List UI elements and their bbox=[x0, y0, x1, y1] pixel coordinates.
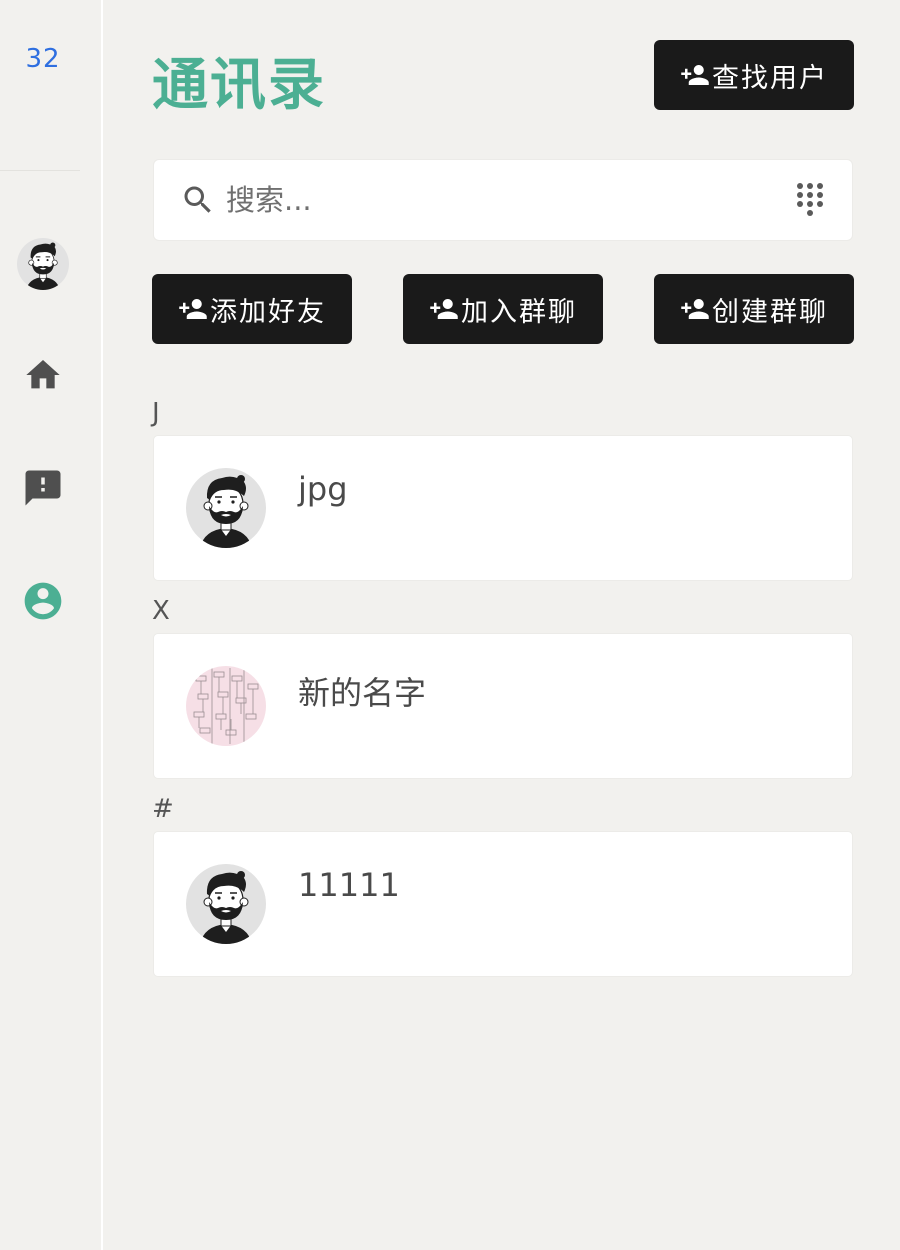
person-add-icon bbox=[178, 294, 208, 324]
search-bar bbox=[153, 159, 853, 241]
sidebar-divider bbox=[0, 170, 80, 171]
sidebar: 32 bbox=[0, 0, 103, 1250]
create-group-button[interactable]: 创建群聊 bbox=[654, 274, 854, 344]
person-add-icon bbox=[680, 60, 710, 90]
sidebar-item-feedback[interactable] bbox=[21, 466, 65, 510]
group-letter-x: X bbox=[152, 596, 170, 626]
contact-item[interactable]: 新的名字 bbox=[153, 633, 853, 779]
join-group-label: 加入群聊 bbox=[461, 296, 577, 328]
home-icon bbox=[26, 360, 60, 389]
person-add-icon bbox=[680, 294, 710, 324]
group-letter-j: J bbox=[152, 398, 160, 428]
search-icon bbox=[184, 186, 211, 213]
contact-name: jpg bbox=[298, 470, 348, 508]
sidebar-item-home[interactable] bbox=[21, 353, 65, 397]
find-user-button[interactable]: 查找用户 bbox=[654, 40, 854, 110]
page-title: 通讯录 bbox=[152, 53, 326, 118]
diagram-image-icon bbox=[186, 666, 266, 746]
unread-counter: 32 bbox=[25, 44, 61, 74]
person-add-icon bbox=[429, 294, 459, 324]
add-friend-button[interactable]: 添加好友 bbox=[152, 274, 352, 344]
create-group-label: 创建群聊 bbox=[712, 296, 828, 328]
find-user-label: 查找用户 bbox=[712, 62, 828, 94]
feedback-icon bbox=[25, 470, 61, 506]
contact-item[interactable]: 11111 bbox=[153, 831, 853, 977]
sidebar-avatar[interactable] bbox=[17, 238, 69, 290]
contact-avatar bbox=[186, 666, 266, 746]
sidebar-item-contacts[interactable] bbox=[21, 579, 65, 623]
avatar-image-icon bbox=[186, 864, 266, 944]
contact-avatar bbox=[186, 864, 266, 944]
contact-name: 新的名字 bbox=[298, 674, 427, 712]
group-letter-hash: # bbox=[152, 794, 174, 824]
account-circle-icon bbox=[24, 582, 62, 620]
avatar-image-icon bbox=[186, 468, 266, 548]
contact-name: 11111 bbox=[298, 866, 400, 904]
contact-item[interactable]: jpg bbox=[153, 435, 853, 581]
contact-avatar bbox=[186, 468, 266, 548]
join-group-button[interactable]: 加入群聊 bbox=[403, 274, 603, 344]
add-friend-label: 添加好友 bbox=[210, 296, 326, 328]
dialpad-icon[interactable] bbox=[796, 182, 824, 218]
search-input[interactable] bbox=[226, 174, 766, 226]
avatar-image-icon bbox=[17, 238, 69, 290]
